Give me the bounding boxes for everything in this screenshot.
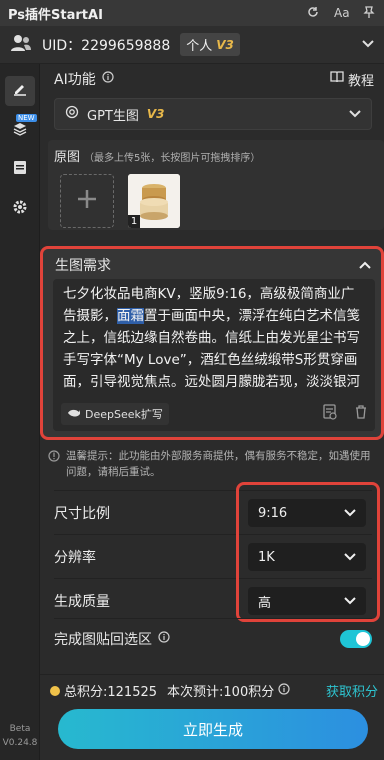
plus-icon [76,188,98,214]
beta-label: Beta [9,724,31,734]
source-image-hint: （最多上传5张，长按图片可拖拽排序） [84,153,261,164]
new-tag: NEW [16,114,37,122]
version-label: V0.24.8 [2,738,38,748]
gear-icon [12,199,28,219]
model-tier: V3 [146,107,165,121]
font-size-button[interactable]: Aa [334,6,350,20]
prompt-actions [323,404,367,424]
history-icon[interactable] [323,404,337,424]
deepseek-icon [67,408,81,421]
total-points: 总积分:121525 [64,685,158,700]
model-name: GPT生图 [87,108,139,124]
info-circle-icon [48,450,60,494]
source-image-header: 原图 （最多上传5张，长按图片可拖拽排序） [54,146,260,165]
prompt-textarea[interactable]: 七夕化妆品电商KV，竖版9:16，高级极简商业广告摄影，面霜置于画面中央，漂浮在… [53,279,375,431]
get-points-link[interactable]: 获取积分 [326,681,378,700]
source-image-label: 原图 [54,150,81,165]
prompt-toolbar: DeepSeek扩写 [53,397,375,431]
credits-row: 总积分:121525 本次预计:100积分 获取积分 [50,681,378,700]
book-icon [330,71,344,87]
footer: 总积分:121525 本次预计:100积分 获取积分 立即生成 [40,674,384,760]
settings-highlight [236,482,380,622]
aspect-ratio-label: 尺寸比例 [54,505,110,522]
prompt-label: 生图需求 [55,258,111,274]
title-bar: Ps插件StartAI Aa [0,0,384,26]
resolution-label: 分辨率 [54,549,96,566]
user-icon[interactable] [10,34,32,56]
source-image-panel: 原图 （最多上传5张，长按图片可拖拽排序） 1 [48,140,384,230]
edit-tool-button[interactable] [5,76,35,106]
user-bar: UID：2299659888 个人 V3 [0,26,384,64]
prompt-text[interactable]: 七夕化妆品电商KV，竖版9:16，高级极简商业广告摄影，面霜置于画面中央，漂浮在… [63,283,367,395]
chevron-down-icon [349,107,361,122]
user-id: UID：2299659888 [42,37,171,54]
info-icon[interactable] [278,682,290,699]
pin-icon[interactable] [362,5,376,21]
info-icon[interactable] [102,71,114,87]
ai-function-label: AI功能 [54,72,96,88]
paste-back-toggle[interactable] [340,629,372,648]
prompt-header[interactable]: 生图需求 [55,255,371,275]
chevron-down-icon[interactable] [362,37,374,52]
add-image-button[interactable] [60,174,114,228]
generate-button[interactable]: 立即生成 [58,709,368,749]
plan-badge: 个人 V3 [180,33,240,56]
prompt-panel: 生图需求 七夕化妆品电商KV，竖版9:16，高级极简商业广告摄影，面霜置于画面中… [40,246,384,440]
deepseek-label: DeepSeek扩写 [85,408,163,421]
info-icon[interactable] [158,630,170,647]
ai-function-row: AI功能 教程 [54,68,374,90]
model-select[interactable]: GPT生图 V3 [54,98,372,130]
openai-icon [65,105,79,123]
coin-icon [50,685,60,696]
clipboard-tool-button[interactable] [5,154,35,184]
paste-back-label: 完成图贴回选区 [54,631,152,648]
layers-icon [12,121,28,141]
settings-tool-button[interactable] [5,194,35,224]
clipboard-icon [13,159,27,179]
deepseek-expand-button[interactable]: DeepSeek扩写 [61,403,169,425]
trash-icon[interactable] [355,404,367,424]
image-thumbnail[interactable]: 1 [128,174,180,228]
left-rail: NEW Beta V0.24.8 [0,64,40,760]
app-title: Ps插件StartAI [8,7,103,23]
estimate-points: 本次预计:100积分 [167,685,275,700]
tutorial-link[interactable]: 教程 [330,70,374,89]
quality-label: 生成质量 [54,593,110,610]
paste-back-row: 完成图贴回选区 [54,618,372,658]
plan-label: 个人 [186,39,213,54]
chevron-up-icon[interactable] [359,257,371,273]
refresh-icon[interactable] [306,6,320,21]
tutorial-label: 教程 [347,73,374,89]
thumbnail-index: 1 [128,215,140,228]
prompt-text-selected: 面霜 [117,308,144,324]
plan-tier: V3 [216,37,234,52]
pencil-icon [12,81,28,101]
